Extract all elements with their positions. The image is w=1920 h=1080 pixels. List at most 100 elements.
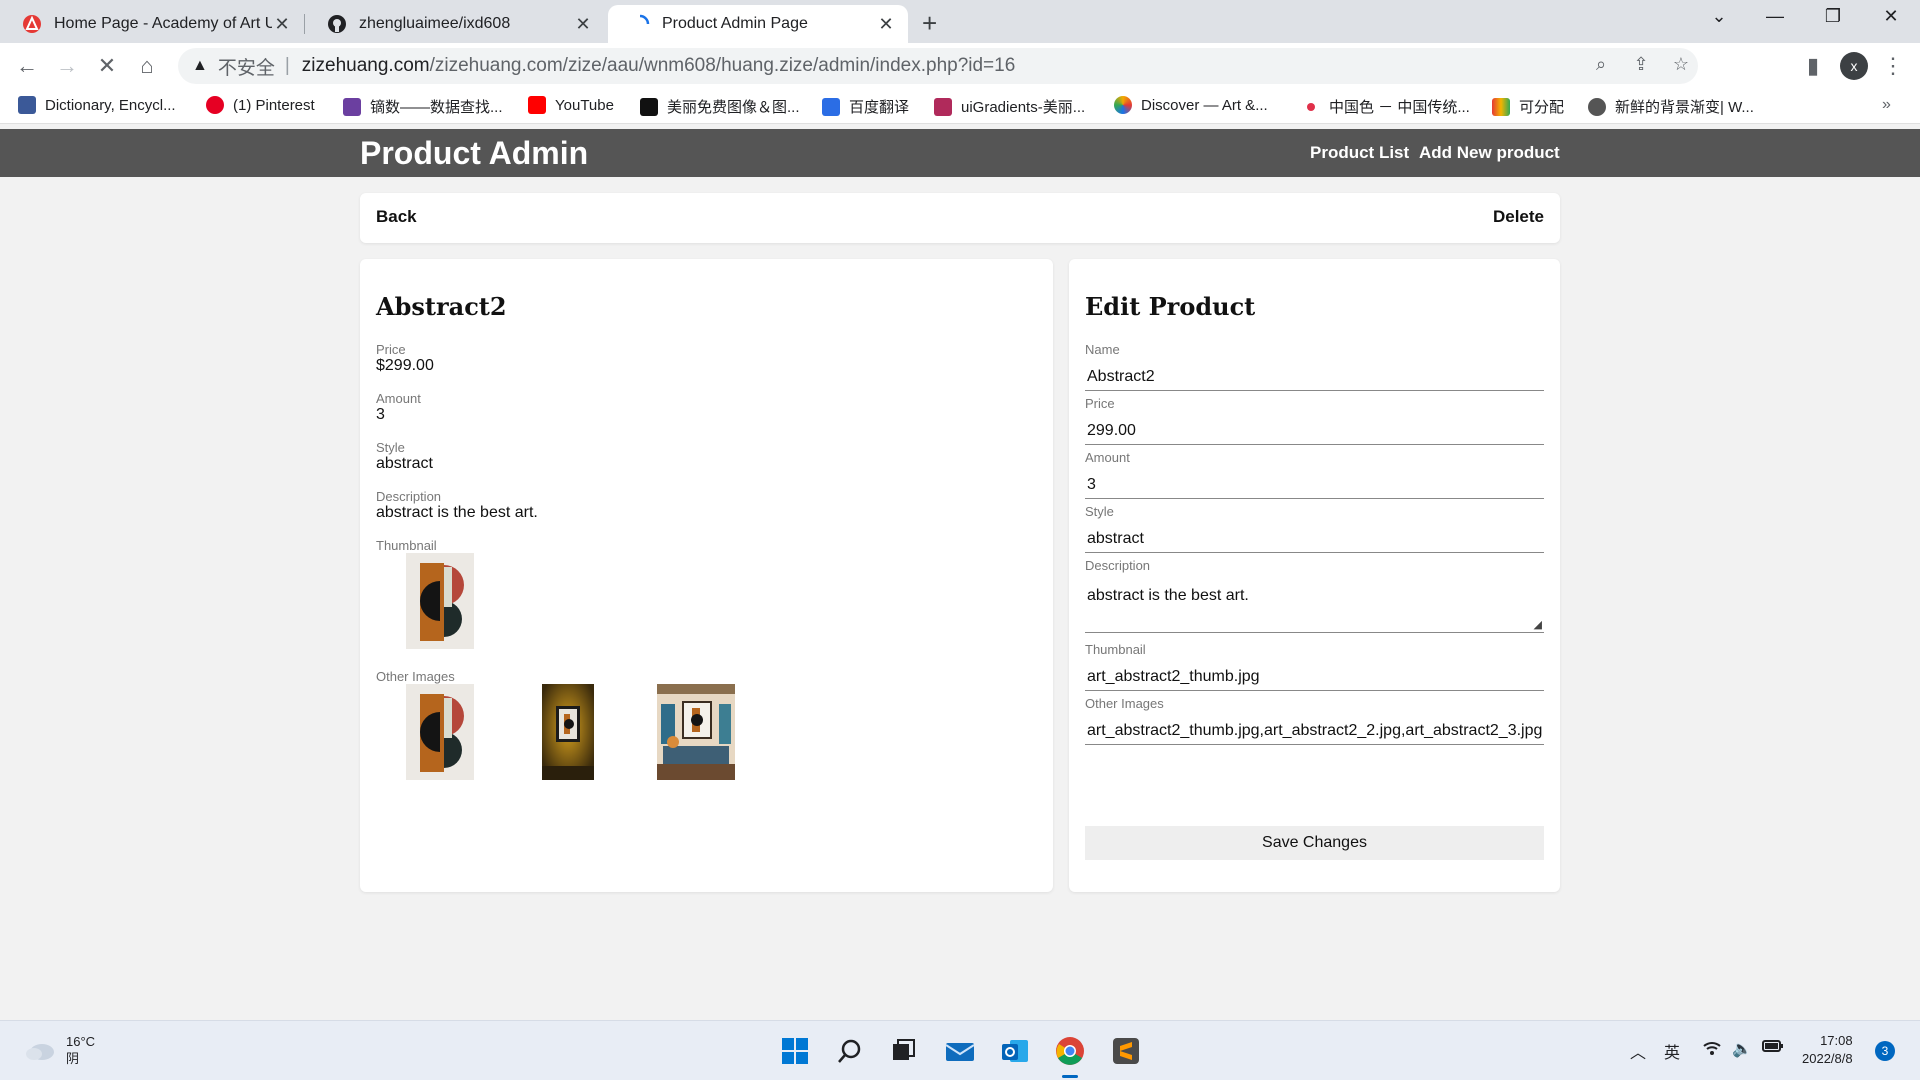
separator: | — [284, 55, 290, 76]
thumbnail-label: Thumbnail — [376, 538, 437, 553]
price-label: Price — [1085, 396, 1115, 411]
avatar[interactable]: x — [1840, 52, 1868, 80]
bookmark-item[interactable]: 新鲜的背景渐变| W... — [1588, 96, 1754, 117]
images-input[interactable] — [1085, 717, 1544, 745]
battery-icon[interactable] — [1762, 1039, 1784, 1058]
youtube-icon — [528, 96, 546, 114]
system-clock[interactable]: 17:08 2022/8/8 — [1802, 1032, 1853, 1068]
save-changes-button[interactable]: Save Changes — [1085, 826, 1544, 860]
amount-label: Amount — [1085, 450, 1130, 465]
home-icon[interactable]: ⌂ — [132, 51, 162, 81]
thumbnail-input[interactable] — [1085, 663, 1544, 691]
tab-title: zhengluaimee/ixd608 — [359, 15, 511, 32]
nav-add-product[interactable]: Add New product — [1419, 143, 1560, 163]
cloud-icon — [26, 1044, 54, 1060]
bookmark-item[interactable]: Discover — Art &... — [1114, 96, 1268, 114]
thumbnail-field: Thumbnail — [376, 538, 437, 553]
chrome-icon[interactable] — [1054, 1035, 1086, 1067]
browser-tab-strip: Home Page - Academy of Art U ✕ zhengluai… — [0, 0, 1920, 43]
description-field: Description abstract is the best art. ◢ — [1085, 558, 1544, 633]
amount-field: Amount 3 — [376, 391, 421, 424]
start-icon[interactable] — [779, 1035, 811, 1067]
description-field: Description abstract is the best art. — [376, 489, 538, 522]
description-textarea[interactable]: abstract is the best art. — [1085, 579, 1544, 633]
bookmark-item[interactable]: 中国色 － 中国传统... — [1302, 96, 1470, 117]
name-label: Name — [1085, 342, 1120, 357]
price-label: Price — [376, 342, 406, 357]
close-icon[interactable]: ✕ — [876, 14, 896, 35]
tab-search-icon[interactable]: ⌄ — [1704, 6, 1734, 27]
bookmark-item[interactable]: 百度翻译 — [822, 96, 909, 117]
menu-dots-icon[interactable]: ⋮ — [1878, 51, 1908, 81]
pinterest-icon — [206, 96, 224, 114]
sublime-text-icon[interactable] — [1110, 1035, 1142, 1067]
close-icon[interactable]: ✕ — [272, 14, 292, 35]
weather-condition: 阴 — [66, 1051, 80, 1066]
tab-academy[interactable]: Home Page - Academy of Art U ✕ — [0, 5, 304, 43]
bookmark-label: 可分配 — [1519, 99, 1565, 116]
bookmark-item[interactable]: 可分配 — [1492, 96, 1564, 117]
bookmark-item[interactable]: Dictionary, Encycl... — [18, 96, 176, 114]
wifi-icon[interactable] — [1702, 1039, 1722, 1062]
search-icon[interactable] — [834, 1035, 866, 1067]
back-link[interactable]: Back — [376, 207, 417, 227]
globe-icon — [1588, 97, 1606, 116]
zoom-icon[interactable]: ⌕ — [1588, 54, 1614, 75]
outlook-icon[interactable] — [999, 1035, 1031, 1067]
stop-loading-icon[interactable]: ✕ — [92, 51, 122, 81]
address-bar[interactable]: ▲ 不安全 | zizehuang.com /zizehuang.com/ziz… — [178, 48, 1698, 84]
product-name: Abstract2 — [376, 292, 507, 321]
side-panel-icon[interactable]: ▮ — [1798, 51, 1828, 81]
forward-arrow-icon[interactable]: → — [52, 51, 82, 81]
close-icon[interactable]: ✕ — [573, 14, 593, 35]
price-value: $299.00 — [376, 357, 434, 374]
edit-product-title: Edit Product — [1085, 292, 1256, 321]
price-input[interactable] — [1085, 417, 1544, 445]
tab-github[interactable]: zhengluaimee/ixd608 ✕ — [305, 5, 605, 43]
notification-badge[interactable]: 3 — [1875, 1041, 1895, 1061]
chevron-up-icon[interactable]: ︿ — [1630, 1039, 1646, 1063]
resize-grip-icon[interactable]: ◢ — [1534, 618, 1542, 631]
style-input[interactable] — [1085, 525, 1544, 553]
temperature: 16°C — [66, 1034, 96, 1049]
amount-input[interactable] — [1085, 471, 1544, 499]
task-view-icon[interactable] — [888, 1035, 920, 1067]
price-field: Price $299.00 — [376, 342, 434, 375]
nav-product-list[interactable]: Product List — [1310, 143, 1409, 163]
close-window-icon[interactable]: ✕ — [1876, 6, 1906, 27]
share-icon[interactable]: ⇪ — [1628, 54, 1654, 75]
bookmark-item[interactable]: uiGradients-美丽... — [934, 96, 1085, 117]
discover-icon — [1114, 96, 1132, 114]
bookmark-item[interactable]: YouTube — [528, 96, 614, 114]
url-path: /zizehuang.com/zize/aau/wnm608/huang.ziz… — [429, 55, 1016, 76]
style-label: Style — [376, 440, 405, 455]
minimize-icon[interactable]: — — [1760, 6, 1790, 27]
images-field: Other Images — [1085, 696, 1544, 745]
more-bookmarks-icon[interactable]: » — [1882, 96, 1891, 114]
style-field: Style abstract — [376, 440, 433, 473]
ime-indicator[interactable]: 英 — [1664, 1039, 1680, 1063]
weather-widget[interactable]: 16°C 阴 — [24, 1033, 95, 1067]
bookmark-item[interactable]: (1) Pinterest — [206, 96, 315, 114]
other-images-field: Other Images — [376, 669, 455, 684]
bookmark-label: Dictionary, Encycl... — [45, 96, 176, 114]
delete-link[interactable]: Delete — [1493, 207, 1544, 227]
volume-icon[interactable]: 🔈 — [1732, 1039, 1752, 1059]
name-field: Name — [1085, 342, 1544, 391]
back-arrow-icon[interactable]: ← — [12, 51, 42, 81]
dictionary-icon — [18, 96, 36, 114]
bookmark-star-icon[interactable]: ☆ — [1668, 54, 1694, 75]
bookmark-item[interactable]: 美丽免费图像＆图... — [640, 96, 800, 117]
site-brand[interactable]: Product Admin — [360, 135, 588, 172]
mail-icon[interactable] — [944, 1035, 976, 1067]
restore-icon[interactable]: ❐ — [1818, 6, 1848, 27]
name-input[interactable] — [1085, 363, 1544, 391]
bookmark-item[interactable]: 镝数——数据查找... — [343, 96, 503, 117]
unsplash-icon — [640, 97, 658, 116]
bookmark-label: 中国色 － 中国传统... — [1329, 99, 1470, 116]
new-tab-icon[interactable]: + — [922, 8, 937, 39]
kefenpei-icon — [1492, 97, 1510, 116]
url-host: zizehuang.com — [301, 55, 430, 76]
bookmarks-bar: Dictionary, Encycl... (1) Pinterest 镝数——… — [0, 88, 1920, 124]
tab-product-admin[interactable]: Product Admin Page ✕ — [608, 5, 908, 43]
